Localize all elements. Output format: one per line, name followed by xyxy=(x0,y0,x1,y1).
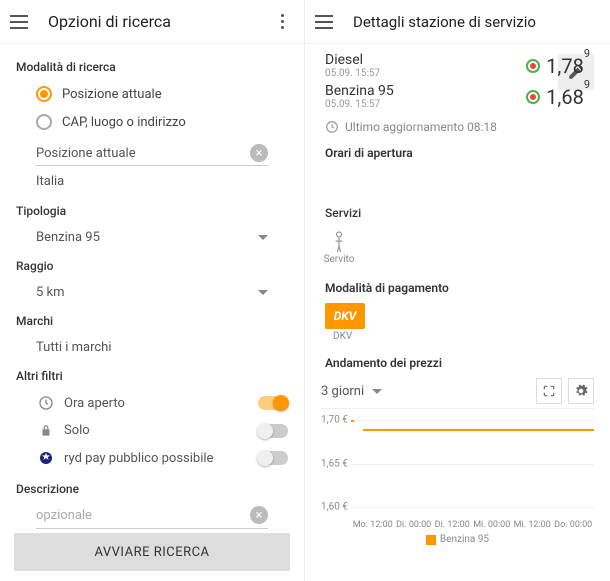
hamburger-icon[interactable] xyxy=(10,10,34,34)
radio-address[interactable]: CAP, luogo o indirizzo xyxy=(16,108,288,136)
description-placeholder: opzionale xyxy=(36,508,92,523)
fullscreen-icon xyxy=(542,384,556,398)
fuel-price: 1,689 xyxy=(546,85,590,109)
hamburger-icon[interactable] xyxy=(315,10,339,34)
price-indicator-icon xyxy=(526,90,540,104)
fuel-name: Diesel xyxy=(325,52,526,68)
opening-hours-label: Orari di apertura xyxy=(305,142,610,164)
station-details-pane: Dettagli stazione di servizio Diesel 05.… xyxy=(305,0,610,581)
caret-down-icon xyxy=(258,290,268,295)
payment-row: DKV DKV xyxy=(305,303,610,342)
radius-label: Raggio xyxy=(16,259,288,273)
dkv-caption: DKV xyxy=(325,331,590,342)
served-caption: Servito xyxy=(324,254,355,265)
location-input-value: Posizione attuale xyxy=(36,146,136,161)
fullscreen-button[interactable] xyxy=(536,378,562,404)
radius-dropdown[interactable]: 5 km xyxy=(16,279,288,306)
dkv-badge: DKV xyxy=(325,303,365,329)
chart-container: 3 giorni 1,70 € 1,65 € 1,60 € Mo. xyxy=(305,374,610,545)
type-value: Benzina 95 xyxy=(36,230,100,245)
last-update-text: Ultimo aggiornamento 08:18 xyxy=(345,120,497,134)
radio-label-address: CAP, luogo o indirizzo xyxy=(62,115,186,130)
rydpay-icon xyxy=(36,450,56,466)
x-tick: Do. 00:00 xyxy=(554,520,592,530)
services-row: Servito xyxy=(305,224,610,271)
clock-icon xyxy=(325,120,339,134)
x-tick: Di. 00:00 xyxy=(396,520,431,530)
x-tick: Di. 12:00 xyxy=(435,520,470,530)
page-title-left: Opzioni di ricerca xyxy=(48,12,270,31)
legend-swatch xyxy=(426,535,436,545)
page-title-right: Dettagli stazione di servizio xyxy=(353,13,600,31)
country-value: Italia xyxy=(36,168,268,192)
fuel-row-benzina: Benzina 95 05.09. 15:57 1,689 xyxy=(305,81,610,112)
price-indicator-icon xyxy=(526,59,540,73)
fuel-name: Benzina 95 xyxy=(325,83,526,99)
fuel-price: 1,789 xyxy=(546,54,590,78)
filter-solo: Solo xyxy=(16,417,288,444)
more-vert-icon[interactable] xyxy=(270,14,294,29)
filter-rydpay-label: ryd pay pubblico possibile xyxy=(64,451,258,466)
clear-description-icon[interactable]: × xyxy=(250,506,268,524)
toggle-rydpay[interactable] xyxy=(258,451,288,465)
radio-current-position[interactable]: Posizione attuale xyxy=(16,80,288,108)
payment-label: Modalità di pagamento xyxy=(305,277,610,299)
last-update-row: Ultimo aggiornamento 08:18 xyxy=(305,112,610,142)
type-label: Tipologia xyxy=(16,204,288,218)
search-options-pane: Opzioni di ricerca Modalità di ricerca P… xyxy=(0,0,305,581)
gear-icon xyxy=(574,384,588,398)
x-tick: Mi. 12:00 xyxy=(514,520,551,530)
legend-label: Benzina 95 xyxy=(440,534,489,545)
toggle-solo[interactable] xyxy=(258,424,288,438)
type-dropdown[interactable]: Benzina 95 xyxy=(16,224,288,251)
x-tick: Mi. 00:00 xyxy=(473,520,510,530)
fuel-time: 05.09. 15:57 xyxy=(325,99,526,110)
caret-down-icon xyxy=(372,389,382,394)
fuel-time: 05.09. 15:57 xyxy=(325,68,526,79)
appbar-right: Dettagli stazione di servizio xyxy=(305,0,610,44)
start-search-button[interactable]: AVVIARE RICERCA xyxy=(14,533,290,571)
brands-value-row[interactable]: Tutti i marchi xyxy=(16,334,288,361)
lock-icon xyxy=(36,424,56,438)
other-filters-label: Altri filtri xyxy=(16,369,288,383)
toggle-open-now[interactable] xyxy=(258,396,288,410)
description-input[interactable]: opzionale × xyxy=(36,502,268,529)
y-tick: 1,60 € xyxy=(321,502,348,513)
brands-value: Tutti i marchi xyxy=(36,340,111,355)
served-icon: Servito xyxy=(325,230,353,265)
chart-legend: Benzina 95 xyxy=(321,530,594,545)
y-tick: 1,70 € xyxy=(321,414,348,425)
radio-checked-icon xyxy=(36,86,52,102)
appbar-left: Opzioni di ricerca xyxy=(0,0,304,44)
price-trend-label: Andamento dei prezzi xyxy=(305,352,610,374)
clear-location-icon[interactable]: × xyxy=(250,144,268,162)
x-axis: Mo. 12:00 Di. 00:00 Di. 12:00 Mi. 00:00 … xyxy=(351,518,594,530)
chart-range-dropdown[interactable]: 3 giorni xyxy=(321,384,382,399)
radio-unchecked-icon xyxy=(36,114,52,130)
x-tick: Mo. 12:00 xyxy=(353,520,393,530)
fuel-row-diesel: Diesel 05.09. 15:57 1,789 xyxy=(305,50,610,81)
chart-area[interactable]: 1,70 € 1,65 € 1,60 € xyxy=(321,408,594,518)
filter-rydpay: ryd pay pubblico possibile xyxy=(16,444,288,472)
services-label: Servizi xyxy=(305,202,610,224)
chart-range-value: 3 giorni xyxy=(321,384,364,399)
radius-value: 5 km xyxy=(36,285,65,300)
chart-settings-button[interactable] xyxy=(568,378,594,404)
radio-label-current: Posizione attuale xyxy=(62,87,162,102)
filter-open-now: Ora aperto xyxy=(16,389,288,417)
filter-open-now-label: Ora aperto xyxy=(64,396,258,411)
left-content: Modalità di ricerca Posizione attuale CA… xyxy=(0,44,304,539)
y-tick: 1,65 € xyxy=(321,458,348,469)
search-mode-label: Modalità di ricerca xyxy=(16,60,288,74)
clock-icon xyxy=(36,395,56,411)
description-label: Descrizione xyxy=(16,482,288,496)
location-input[interactable]: Posizione attuale × xyxy=(36,138,268,166)
caret-down-icon xyxy=(258,235,268,240)
brands-label: Marchi xyxy=(16,314,288,328)
filter-solo-label: Solo xyxy=(64,423,258,438)
